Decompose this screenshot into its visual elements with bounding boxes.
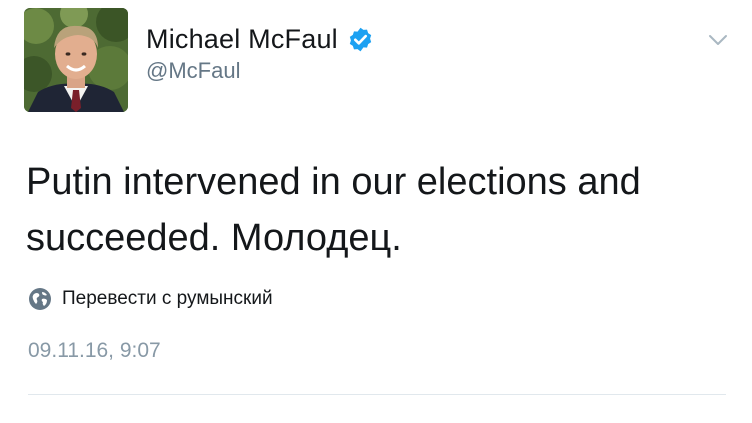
translate-tweet-link[interactable]: Перевести с румынский <box>28 287 273 311</box>
avatar-photo <box>24 8 128 112</box>
tweet-text-line: succeeded. Молодец. <box>26 217 402 259</box>
globe-icon <box>28 287 52 311</box>
tweet-text-line: Putin intervened in our elections and <box>26 161 641 203</box>
avatar[interactable] <box>24 8 128 112</box>
verified-badge-icon <box>347 26 374 53</box>
tweet-card: Michael McFaul @McFaul Putin intervened … <box>0 0 752 423</box>
translate-label: Перевести с румынский <box>62 288 273 309</box>
author-block: Michael McFaul @McFaul <box>146 22 374 84</box>
tweet-timestamp[interactable]: 09.11.16, 9:07 <box>28 339 161 363</box>
author-handle[interactable]: @McFaul <box>146 58 374 84</box>
chevron-down-icon[interactable] <box>706 32 730 48</box>
divider <box>28 394 726 395</box>
author-display-name[interactable]: Michael McFaul <box>146 24 338 55</box>
name-row: Michael McFaul <box>146 22 374 56</box>
tweet-text: Putin intervened in our elections and su… <box>26 154 726 266</box>
